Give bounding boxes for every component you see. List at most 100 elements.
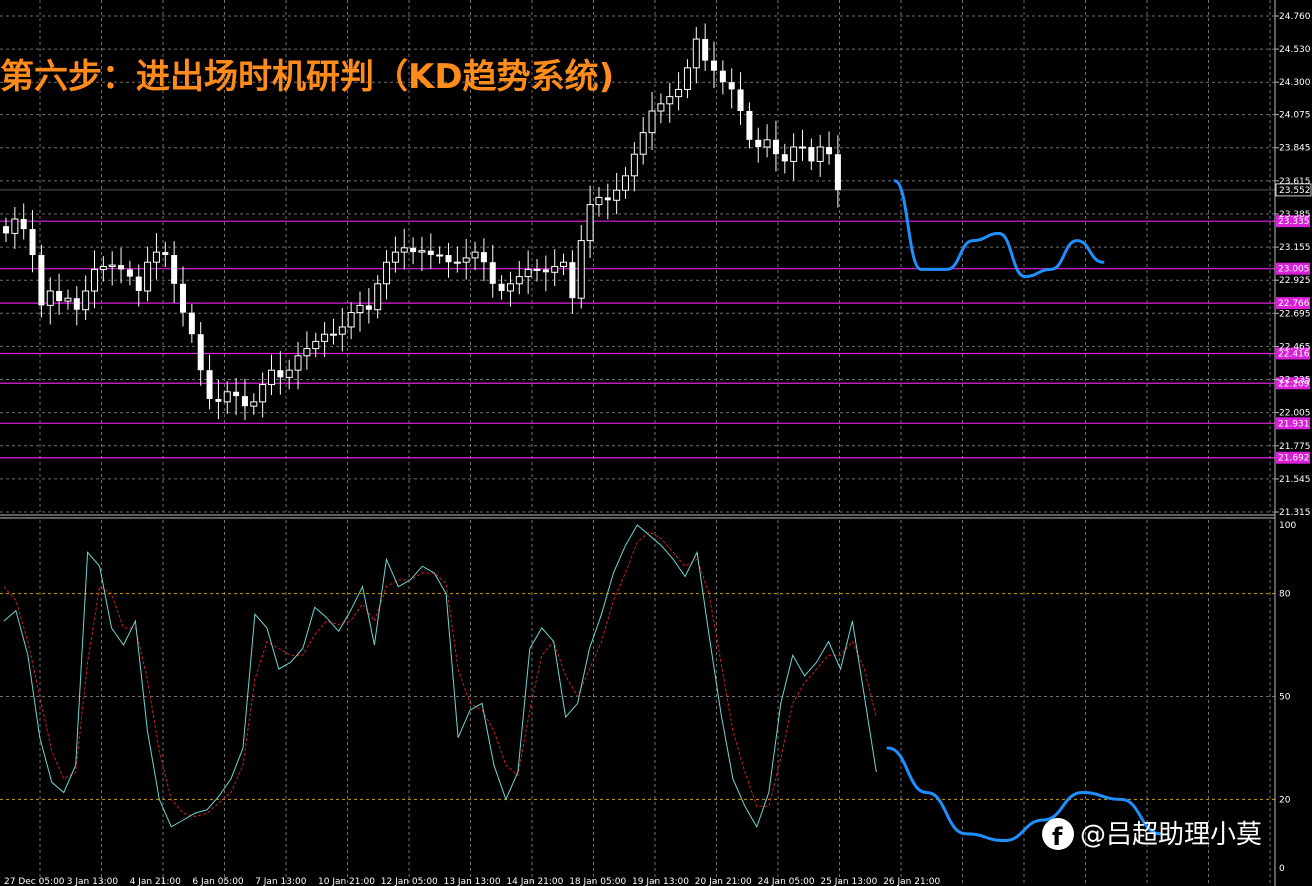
time-tick-label: 10 Jan 21:00	[318, 877, 375, 886]
time-tick-label: 3 Jan 13:00	[67, 877, 119, 886]
candle-body-down	[746, 111, 753, 140]
candle-body-up	[462, 257, 470, 263]
candle-body-down	[772, 139, 779, 155]
candle-body-down	[118, 265, 125, 270]
candle-body-down	[728, 82, 735, 90]
candle-body-up	[648, 110, 656, 134]
candle-body-up	[515, 276, 523, 285]
candle-body-down	[542, 269, 549, 273]
level-label: 21.692	[1278, 454, 1310, 464]
candle-body-up	[152, 251, 160, 263]
time-tick-label: 25 Jan 13:00	[820, 877, 877, 886]
candle-body-down	[73, 298, 80, 310]
candle-body-up	[506, 283, 514, 292]
candle-body-down	[171, 255, 178, 284]
candle-body-up	[294, 355, 302, 371]
candle-body-up	[223, 391, 231, 403]
price-tick-label: 24.760	[1279, 12, 1311, 22]
candle-body-up	[82, 290, 90, 311]
candle-body-up	[338, 326, 346, 335]
candle-body-up	[524, 268, 532, 278]
candle-body-down	[569, 262, 576, 299]
candle-body-up	[666, 96, 674, 105]
candle-body-up	[613, 189, 621, 201]
candle-body-up	[560, 261, 568, 268]
candle-body-up	[347, 312, 355, 328]
candle-body-down	[427, 250, 434, 256]
candle-body-down	[702, 39, 709, 61]
time-axis: 27 Dec 05:00 3 Jan 13:00 4 Jan 21:00 6 Jan …	[4, 877, 940, 886]
price-tick-label: 22.005	[1279, 409, 1311, 419]
candle-body-down	[162, 252, 169, 256]
candle-body-up	[285, 369, 293, 378]
candle-body-up	[577, 240, 585, 299]
price-tick-label: 22.235	[1279, 376, 1311, 386]
level-label: 21.931	[1278, 419, 1310, 429]
candle-body-up	[46, 290, 54, 306]
candle-body-down	[126, 269, 133, 277]
time-tick-label: 4 Jan 21:00	[130, 877, 182, 886]
candle-body-down	[826, 147, 833, 155]
watermark-text: @吕超助理小莫	[1080, 820, 1262, 850]
candle-body-up	[622, 175, 629, 191]
time-tick-label: 26 Jan 21:00	[883, 877, 940, 886]
candle-body-down	[20, 219, 27, 230]
candle-body-up	[763, 139, 771, 148]
price-tick-label: 22.925	[1279, 276, 1311, 286]
trading-chart[interactable]: 23.33523.00522.76622.41622.20921.93121.6…	[0, 0, 1312, 886]
candle-body-down	[38, 255, 45, 306]
price-tick-label: 24.300	[1279, 78, 1311, 88]
price-tick-label: 24.530	[1279, 45, 1311, 55]
time-tick-label: 13 Jan 13:00	[444, 877, 501, 886]
stoch-tick-label: 100	[1279, 521, 1296, 531]
candle-body-down	[188, 312, 195, 335]
candle-body-up	[453, 261, 461, 264]
stoch-tick-label: 80	[1279, 590, 1291, 600]
candle-body-up	[108, 264, 116, 268]
time-tick-label: 14 Jan 21:00	[506, 877, 563, 886]
candle-body-up	[400, 247, 408, 253]
candle-body-down	[498, 283, 505, 291]
candle-body-up	[250, 401, 258, 407]
stoch-tick-label: 0	[1279, 864, 1285, 874]
candle-body-down	[489, 262, 496, 284]
candle-body-down	[277, 370, 284, 378]
candle-body-up	[374, 283, 382, 311]
candle-body-up	[436, 254, 444, 257]
candle-body-down	[737, 89, 744, 112]
candle-body-up	[630, 153, 638, 177]
candle-body-up	[11, 218, 19, 234]
candle-body-down	[215, 398, 222, 402]
candle-body-up	[639, 132, 647, 155]
candle-body-down	[834, 154, 841, 191]
candle-body-up	[675, 88, 683, 98]
price-tick-label: 23.385	[1279, 210, 1311, 220]
candle-body-down	[56, 290, 63, 302]
candle-body-up	[91, 268, 98, 292]
candle-body-down	[135, 276, 142, 291]
time-tick-label: 12 Jan 05:00	[381, 877, 438, 886]
candle-body-up	[303, 348, 311, 357]
candle-body-up	[692, 38, 700, 69]
level-label: 23.005	[1278, 265, 1310, 275]
price-tick-label: 21.545	[1279, 475, 1311, 485]
candle-body-down	[445, 255, 452, 263]
candle-body-up	[586, 204, 594, 242]
time-tick-label: 24 Jan 05:00	[758, 877, 815, 886]
candle-body-up	[99, 266, 107, 270]
candle-body-up	[790, 146, 798, 162]
current-price-label: 23.552	[1279, 186, 1311, 196]
time-tick-label: 6 Jan 05:00	[192, 877, 244, 886]
candle-body-down	[781, 154, 788, 162]
price-tick-label: 23.845	[1279, 144, 1311, 154]
candle-body-up	[683, 67, 691, 90]
stoch-tick-label: 50	[1279, 693, 1291, 703]
time-tick-label: 27 Dec 05:00	[4, 877, 65, 886]
candle-body-up	[391, 251, 399, 263]
level-label: 22.766	[1278, 299, 1310, 309]
candle-body-up	[471, 251, 479, 259]
candle-body-down	[206, 370, 213, 399]
candle-body-down	[755, 139, 762, 148]
facebook-icon-glyph: f	[1052, 823, 1063, 851]
candle-body-up	[657, 103, 665, 112]
